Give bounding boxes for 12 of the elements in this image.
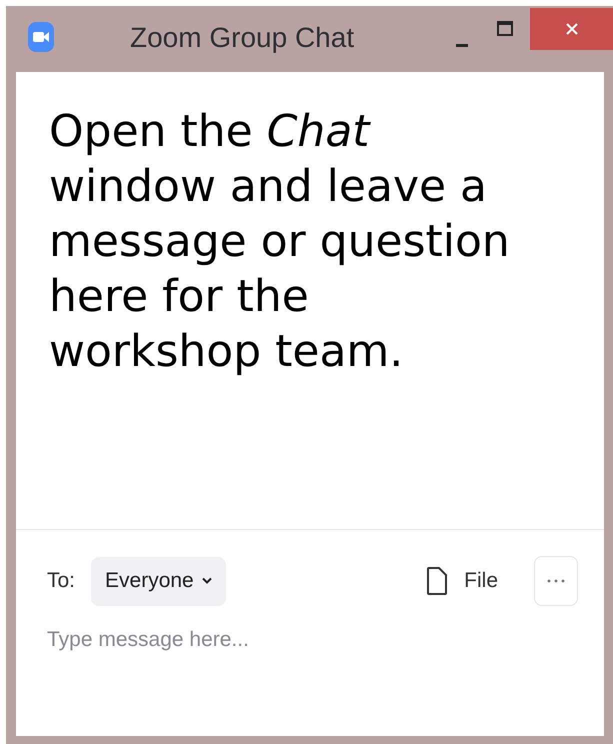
file-icon [426,566,448,596]
recipient-dropdown[interactable]: Everyone [91,556,226,606]
window-title: Zoom Group Chat [130,22,354,54]
more-icon [546,579,566,583]
file-button[interactable]: File [426,566,498,596]
to-label: To: [47,569,76,593]
video-camera-icon [28,22,54,52]
close-icon [564,22,578,36]
chevron-down-icon [202,577,212,585]
chat-message: Open the Chat window and leave a message or question here for the workshop team. [49,105,511,379]
maximize-icon [497,21,513,37]
minimize-icon [456,44,468,46]
